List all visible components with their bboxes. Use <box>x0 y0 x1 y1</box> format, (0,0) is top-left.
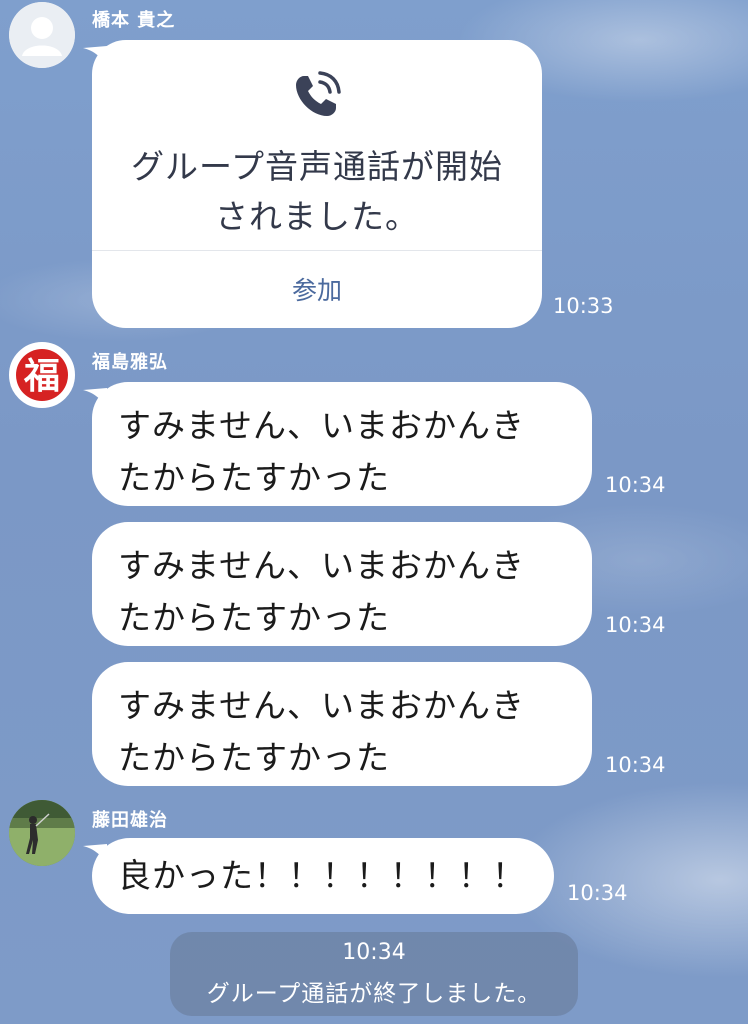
message-bubble[interactable]: すみません、いまおかんき たからたすかった <box>92 522 592 646</box>
message-time: 10:34 <box>605 753 666 777</box>
call-ended-text: グループ通話が終了しました。 <box>206 981 542 1007</box>
message-time: 10:34 <box>605 473 666 497</box>
message-text: すみません、いまおかんき たからたすかった <box>118 686 526 777</box>
message-bubble[interactable]: 良かった！！！！！！！！ <box>83 838 554 914</box>
group-call-card[interactable]: グループ音声通話が開始 されました。 参加 <box>83 40 542 328</box>
fuku-character: 福 <box>23 356 60 397</box>
message-bubble[interactable]: すみません、いまおかんき たからたすかった <box>83 382 592 506</box>
golfer-photo-icon <box>9 800 75 866</box>
message-time: 10:34 <box>567 881 628 905</box>
system-time: 10:34 <box>342 940 406 965</box>
message-text: 良かった！！！！！！！！ <box>118 856 526 895</box>
message-time: 10:34 <box>605 613 666 637</box>
bubble-tail <box>83 46 107 66</box>
join-call-button[interactable]: 参加 <box>92 266 542 316</box>
bubble-tail <box>83 844 107 864</box>
fuku-logo-icon: 福 <box>12 345 72 405</box>
sender-name: 福島雅弘 <box>92 352 168 373</box>
call-started-text: グループ音声通話が開始 されました。 <box>130 147 504 236</box>
default-user-icon <box>9 2 75 68</box>
avatar-fukushima[interactable]: 福 <box>9 342 75 408</box>
bubble-tail <box>83 388 107 408</box>
message-text: すみません、いまおかんき たからたすかった <box>118 406 526 497</box>
message-text: すみません、いまおかんき たからたすかった <box>118 546 526 637</box>
sender-name: 藤田雄治 <box>92 810 168 831</box>
message-time: 10:33 <box>553 294 614 318</box>
phone-call-icon <box>296 71 341 116</box>
avatar-fujita[interactable] <box>9 800 75 866</box>
system-message: 10:34 グループ通話が終了しました。 <box>170 932 578 1016</box>
sender-name: 橋本 貴之 <box>92 10 176 31</box>
message-bubble[interactable]: すみません、いまおかんき たからたすかった <box>92 662 592 786</box>
avatar-hashimoto[interactable] <box>9 2 75 68</box>
card-divider <box>92 250 542 251</box>
